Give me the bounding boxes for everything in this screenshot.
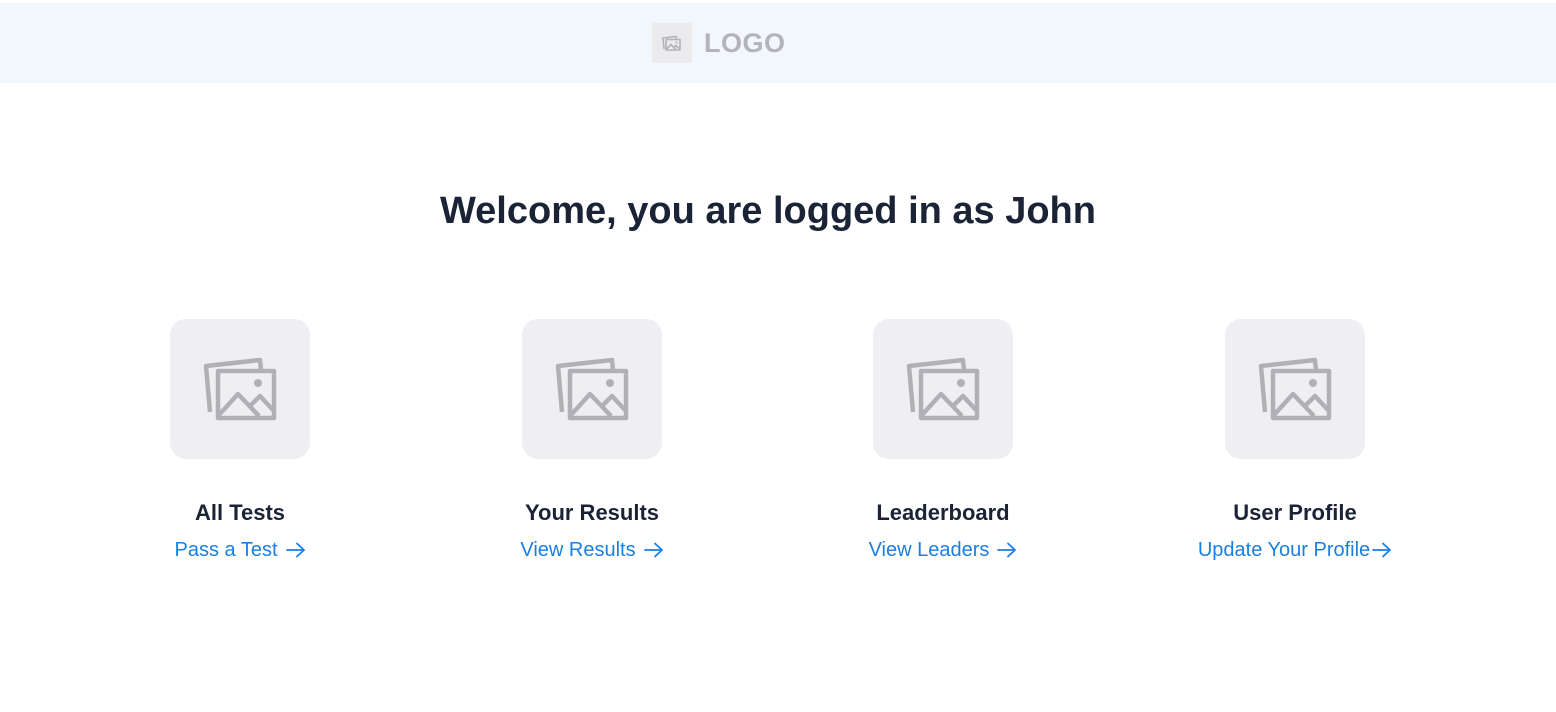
image-gallery-icon (1225, 319, 1365, 459)
view-leaders-link[interactable]: View Leaders (869, 538, 1018, 562)
update-your-profile-link[interactable]: Update Your Profile (1198, 538, 1392, 562)
image-gallery-icon (522, 319, 662, 459)
site-header: LOGO (0, 3, 1556, 83)
arrow-right-icon (643, 542, 664, 558)
arrow-right-icon (997, 542, 1017, 558)
card-user-profile: User Profile Update Your Profile (1145, 319, 1445, 562)
card-all-tests: All Tests Pass a Test (90, 319, 390, 562)
image-gallery-icon (873, 319, 1013, 459)
card-leaderboard: Leaderboard View Leaders (793, 319, 1093, 562)
arrow-right-icon (1372, 542, 1392, 558)
pass-a-test-link[interactable]: Pass a Test (174, 538, 305, 562)
logo[interactable]: LOGO (652, 23, 786, 63)
arrow-right-icon (285, 542, 306, 558)
card-your-results: Your Results View Results (442, 319, 742, 562)
welcome-heading: Welcome, you are logged in as John (439, 190, 1096, 232)
card-title: Your Results (524, 500, 660, 525)
card-title: User Profile (1233, 500, 1357, 525)
card-title: All Tests (194, 500, 286, 525)
image-gallery-icon (170, 319, 310, 459)
logo-text: LOGO (704, 27, 786, 58)
logo-image-icon (652, 23, 692, 63)
view-results-link[interactable]: View Results (520, 538, 663, 562)
card-title: Leaderboard (876, 500, 1010, 525)
